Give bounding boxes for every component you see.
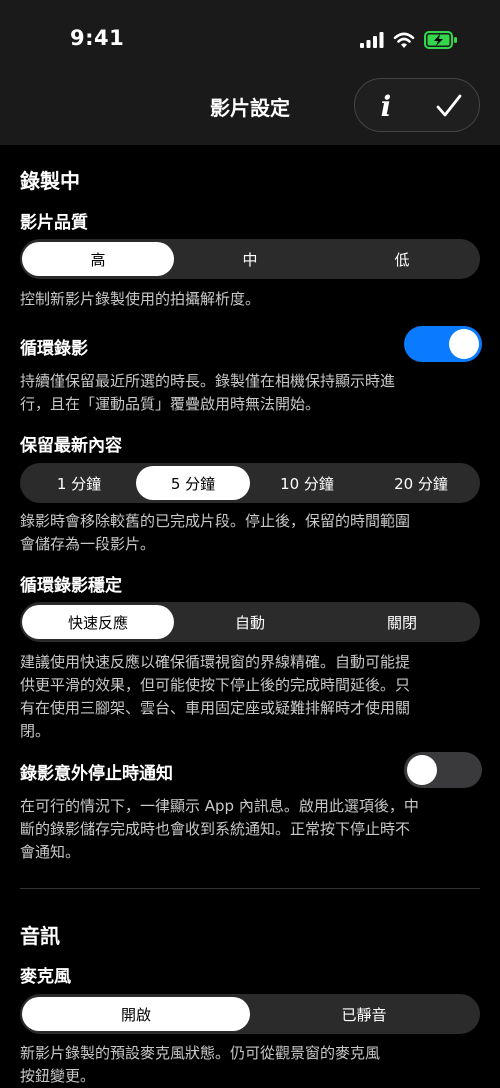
toggle-knob — [449, 329, 479, 359]
desc-line: 閉。 — [20, 722, 51, 740]
mic-option-muted[interactable]: 已靜音 — [250, 997, 478, 1031]
desc-line: 有在使用三腳架、雲台、車用固定座或疑難排解時才使用關 — [20, 699, 411, 717]
quality-option-medium[interactable]: 中 — [174, 242, 326, 276]
keep-latest-label: 保留最新內容 — [20, 436, 122, 456]
notify-stop-description: 在可行的情況下，一律顯示 App 內訊息。啟用此選項後，中 斷的錄影儲存完成時也… — [20, 795, 480, 864]
microphone-description: 新影片錄製的預設麥克風狀態。仍可從觀景窗的麥克風 按鈕變更。 — [20, 1042, 480, 1088]
done-button[interactable] — [427, 85, 471, 127]
nav-actions: i — [354, 78, 480, 132]
section-title-recording: 錄製中 — [20, 169, 80, 193]
desc-line: 會儲存為一段影片。 — [20, 535, 156, 553]
keep-latest-segmented-control: 1 分鐘 5 分鐘 10 分鐘 20 分鐘 — [20, 463, 480, 503]
video-quality-label: 影片品質 — [20, 213, 88, 233]
section-divider — [20, 888, 480, 889]
desc-line: 在可行的情況下，一律顯示 App 內訊息。啟用此選項後，中 — [20, 797, 419, 815]
wifi-icon — [393, 32, 415, 48]
keep-latest-description: 錄影時會移除較舊的已完成片段。停止後，保留的時間範圍 會儲存為一段影片。 — [20, 510, 480, 556]
battery-charging-icon — [424, 31, 457, 49]
desc-line: 按鈕變更。 — [20, 1067, 96, 1085]
section-title-audio: 音訊 — [20, 924, 60, 948]
stabilization-option-fast[interactable]: 快速反應 — [22, 605, 174, 639]
loop-recording-label: 循環錄影 — [20, 339, 88, 359]
quality-option-high[interactable]: 高 — [22, 242, 174, 276]
desc-line: 斷的錄影儲存完成時也會收到系統通知。正常按下停止時不 — [20, 820, 411, 838]
loop-recording-description: 持續僅保留最近所選的時長。錄製僅在相機保持顯示時進 行，且在「運動品質」覆疊啟用… — [20, 370, 480, 416]
status-icons — [360, 31, 458, 49]
desc-line: 供更平滑的效果，但可能使按下停止後的完成時間延後。只 — [20, 676, 411, 694]
desc-line: 會通知。 — [20, 843, 81, 861]
stabilization-option-off[interactable]: 關閉 — [326, 605, 478, 639]
microphone-label: 麥克風 — [20, 967, 71, 987]
quality-option-low[interactable]: 低 — [326, 242, 478, 276]
stabilization-option-auto[interactable]: 自動 — [174, 605, 326, 639]
cellular-signal-icon — [360, 32, 384, 48]
desc-line: 新影片錄製的預設麥克風狀態。仍可從觀景窗的麥克風 — [20, 1044, 381, 1062]
microphone-segmented-control: 開啟 已靜音 — [20, 994, 480, 1034]
keep-option-20min[interactable]: 20 分鐘 — [364, 466, 478, 500]
toggle-knob — [407, 755, 437, 785]
video-quality-description: 控制新影片錄製使用的拍攝解析度。 — [20, 290, 261, 308]
info-icon: i — [380, 89, 392, 123]
info-button[interactable]: i — [365, 85, 407, 127]
mic-option-on[interactable]: 開啟 — [22, 997, 250, 1031]
desc-line: 持續僅保留最近所選的時長。錄製僅在相機保持顯示時進 — [20, 372, 396, 390]
notify-stop-label: 錄影意外停止時通知 — [20, 764, 173, 784]
desc-line: 建議使用快速反應以確保循環視窗的界線精確。自動可能提 — [20, 653, 411, 671]
keep-option-5min[interactable]: 5 分鐘 — [136, 466, 250, 500]
loop-stabilization-description: 建議使用快速反應以確保循環視窗的界線精確。自動可能提 供更平滑的效果，但可能使按… — [20, 651, 480, 743]
desc-line: 行，且在「運動品質」覆疊啟用時無法開始。 — [20, 395, 321, 413]
loop-stabilization-segmented-control: 快速反應 自動 關閉 — [20, 602, 480, 642]
video-quality-segmented-control: 高 中 低 — [20, 239, 480, 279]
status-time: 9:41 — [70, 26, 125, 50]
checkmark-icon — [436, 94, 462, 117]
loop-recording-toggle[interactable] — [404, 326, 482, 362]
loop-stabilization-label: 循環錄影穩定 — [20, 576, 122, 596]
desc-line: 錄影時會移除較舊的已完成片段。停止後，保留的時間範圍 — [20, 512, 411, 530]
keep-option-1min[interactable]: 1 分鐘 — [22, 466, 136, 500]
keep-option-10min[interactable]: 10 分鐘 — [250, 466, 364, 500]
notify-stop-toggle[interactable] — [404, 752, 482, 788]
